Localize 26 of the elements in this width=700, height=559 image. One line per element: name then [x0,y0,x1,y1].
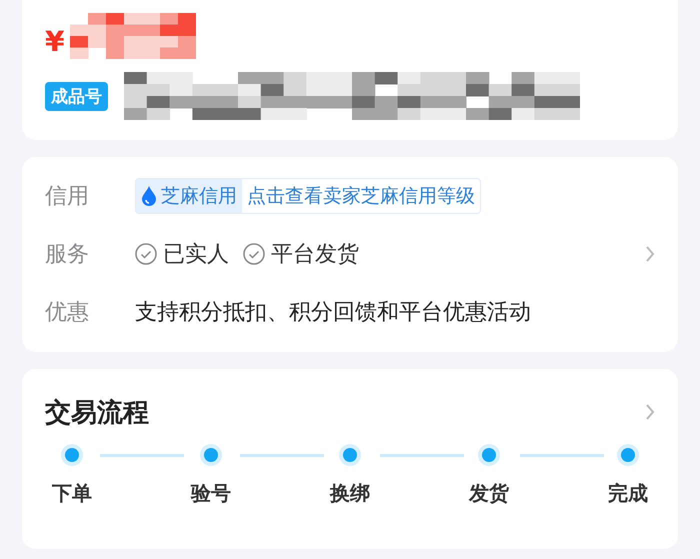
section-title: 交易流程 [45,396,149,430]
step-dot [482,448,496,462]
credit-tag[interactable]: 芝麻信用 点击查看卖家芝麻信用等级 [135,178,481,214]
promotion-text: 支持积分抵扣、积分回馈和平台优惠活动 [135,299,531,327]
drop-icon [141,185,157,207]
step-dot [204,448,218,462]
step-label: 完成 [608,480,648,507]
chevron-right-icon[interactable] [645,245,655,263]
chevron-right-icon[interactable] [645,403,655,421]
row-label: 优惠 [45,299,90,327]
step-dot [65,448,79,462]
step-label: 验号 [191,480,231,507]
step-label: 发货 [469,480,509,507]
service-label: 已实人 [163,241,229,269]
check-circle-icon [135,243,157,265]
step-label: 换绑 [330,480,370,507]
step-dot [621,448,635,462]
credit-name: 芝麻信用 [161,184,237,209]
step-dot [343,448,357,462]
currency-symbol: ¥ [45,24,64,58]
product-number-badge: 成品号 [45,82,108,110]
service-label: 平台发货 [271,241,359,269]
row-label: 服务 [45,241,90,269]
check-circle-icon [243,243,265,265]
step-label: 下单 [52,480,92,507]
row-label: 信用 [45,183,90,211]
